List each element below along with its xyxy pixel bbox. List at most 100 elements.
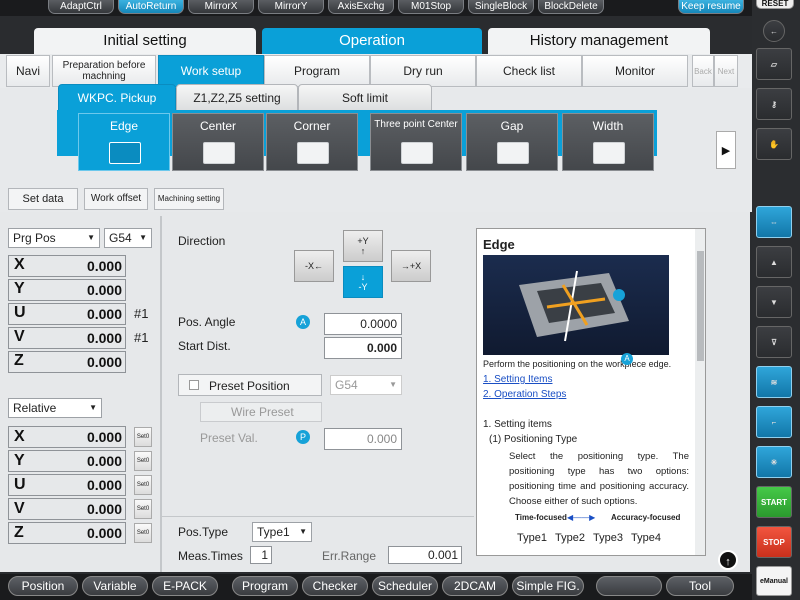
start-button[interactable]: START <box>756 486 792 518</box>
err-range-input[interactable]: 0.001 <box>388 546 462 564</box>
nav-back[interactable]: Back <box>692 55 714 87</box>
help-accuracy-focused: Accuracy-focused <box>611 513 681 522</box>
tab-initial-setting[interactable]: Initial setting <box>34 28 256 54</box>
flush-icon[interactable]: ≋ <box>756 366 792 398</box>
subtab-three-point-center[interactable]: Three point Center <box>370 113 462 171</box>
tab-soft-limit[interactable]: Soft limit <box>298 84 432 112</box>
mirrorx-button[interactable]: MirrorX <box>188 0 254 14</box>
coord-select[interactable]: G54 <box>104 228 152 248</box>
nav-preparation[interactable]: Preparation before machning <box>52 55 156 87</box>
key-icon[interactable]: ⚷ <box>756 88 792 120</box>
tab-history-management[interactable]: History management <box>488 28 710 54</box>
preset-checkbox[interactable] <box>189 380 199 390</box>
nozzle-icon[interactable]: ⊽ <box>756 326 792 358</box>
set-data-button[interactable]: Set data <box>8 188 78 210</box>
axis-value-u: 0.000 <box>86 306 122 322</box>
nav-work-setup[interactable]: Work setup <box>158 55 264 87</box>
adaptctrl-button[interactable]: AdaptCtrl <box>48 0 114 14</box>
prg-pos-select[interactable]: Prg Pos <box>8 228 100 248</box>
start-dist-input[interactable]: 0.000 <box>324 337 402 359</box>
positioning-icon[interactable]: ⌐ <box>756 406 792 438</box>
mirrory-button[interactable]: MirrorY <box>258 0 324 14</box>
axis-value-x: 0.000 <box>86 258 122 274</box>
wire-mode-icon[interactable]: ⇔ <box>756 206 792 238</box>
direction-minus-x[interactable]: -X ← <box>294 250 334 282</box>
next-subtab-button[interactable]: ▶ <box>716 131 736 169</box>
bottom-simple-fig[interactable]: Simple FIG. <box>512 576 584 596</box>
keep-resume-button[interactable]: Keep resume <box>678 0 744 14</box>
meas-times-input[interactable]: 1 <box>250 546 272 564</box>
direction-minus-y-label: -Y <box>358 282 368 292</box>
set0-button-x[interactable]: Set0 <box>134 427 152 447</box>
tab-z-setting[interactable]: Z1,Z2,Z5 setting <box>176 84 298 112</box>
back-arrow-icon[interactable]: ← <box>763 20 785 42</box>
align-icon[interactable]: ✳ <box>756 446 792 478</box>
machining-setting-button[interactable]: Machining setting <box>154 188 224 210</box>
bottom-program[interactable]: Program <box>232 576 298 596</box>
screen-lock-icon[interactable]: ▱ <box>756 48 792 80</box>
direction-plus-x[interactable]: → +X <box>391 250 431 282</box>
nav-next[interactable]: Next <box>714 55 738 87</box>
set0-button-y[interactable]: Set0 <box>134 451 152 471</box>
pos-type-select[interactable]: Type1 <box>252 522 312 542</box>
bottom-blank[interactable] <box>596 576 662 596</box>
reset-button[interactable]: RESET <box>756 0 794 9</box>
help-title: Edge <box>483 237 515 252</box>
bottom-epack[interactable]: E-PACK <box>152 576 218 596</box>
axis-value-v: 0.000 <box>86 330 122 346</box>
tank-down-icon[interactable]: ▼ <box>756 286 792 318</box>
blockdelete-button[interactable]: BlockDelete <box>538 0 604 14</box>
bottom-position[interactable]: Position <box>8 576 78 596</box>
subtab-gap[interactable]: Gap <box>466 113 558 171</box>
hand-icon[interactable]: ✋ <box>756 128 792 160</box>
set0-button-z[interactable]: Set0 <box>134 523 152 543</box>
subtab-width[interactable]: Width <box>562 113 654 171</box>
axis-note-u: #1 <box>134 306 149 321</box>
scroll-top-icon[interactable]: ↑ <box>718 550 738 570</box>
set0-button-u[interactable]: Set0 <box>134 475 152 495</box>
pos-angle-input[interactable]: 0.0000 <box>324 313 402 335</box>
nav-check-list[interactable]: Check list <box>476 55 582 87</box>
direction-plus-y[interactable]: +Y ↑ <box>343 230 383 262</box>
emanual-button[interactable]: eManual <box>756 566 792 596</box>
bottom-scheduler[interactable]: Scheduler <box>372 576 438 596</box>
preset-coord-select[interactable]: G54 <box>330 375 402 395</box>
nav-program[interactable]: Program <box>264 55 370 87</box>
wire-preset-label: Wire Preset <box>231 405 294 419</box>
autoreturn-button[interactable]: AutoReturn <box>118 0 184 14</box>
stop-button[interactable]: STOP <box>756 526 792 558</box>
singleblock-button[interactable]: SingleBlock <box>468 0 534 14</box>
bottom-checker[interactable]: Checker <box>302 576 368 596</box>
rel-value-z: 0.000 <box>86 525 122 541</box>
nav-monitor[interactable]: Monitor <box>582 55 688 87</box>
tab-operation[interactable]: Operation <box>262 28 482 54</box>
axisexchg-button[interactable]: AxisExchg <box>328 0 394 14</box>
bottom-tool[interactable]: Tool <box>666 576 734 596</box>
work-offset-button[interactable]: Work offset <box>84 188 148 210</box>
preset-position-toggle[interactable]: Preset Position <box>178 374 322 396</box>
preset-val-label: Preset Val. <box>200 431 258 445</box>
set0-button-v[interactable]: Set0 <box>134 499 152 519</box>
subtab-edge[interactable]: Edge <box>78 113 170 171</box>
subtab-corner[interactable]: Corner <box>266 113 358 171</box>
relative-select[interactable]: Relative <box>8 398 102 418</box>
help-scrollbar[interactable] <box>695 229 705 555</box>
help-scroll-thumb[interactable] <box>697 251 704 361</box>
help-subsection: (1) Positioning Type <box>489 434 578 445</box>
tank-up-icon[interactable]: ▲ <box>756 246 792 278</box>
bottom-variable[interactable]: Variable <box>82 576 148 596</box>
nav-dry-run[interactable]: Dry run <box>370 55 476 87</box>
axis-note-v: #1 <box>134 330 149 345</box>
m01stop-button[interactable]: M01Stop <box>398 0 464 14</box>
help-link-operation-steps[interactable]: 2. Operation Steps <box>483 389 566 400</box>
preset-val-input[interactable]: 0.000 <box>324 428 402 450</box>
nav-navi[interactable]: Navi <box>6 55 50 87</box>
help-link-setting-items[interactable]: 1. Setting Items <box>483 374 552 385</box>
wire-preset-toggle[interactable]: Wire Preset <box>200 402 322 422</box>
direction-minus-y[interactable]: ↓ -Y <box>343 266 383 298</box>
help-body: Select the positioning type. The positio… <box>509 451 689 507</box>
subtab-center[interactable]: Center <box>172 113 264 171</box>
tab-wkpc-pickup[interactable]: WKPC. Pickup <box>58 84 176 112</box>
bottom-2dcam[interactable]: 2DCAM <box>442 576 508 596</box>
top-toolbar: AdaptCtrl AutoReturn MirrorX MirrorY Axi… <box>0 0 752 16</box>
